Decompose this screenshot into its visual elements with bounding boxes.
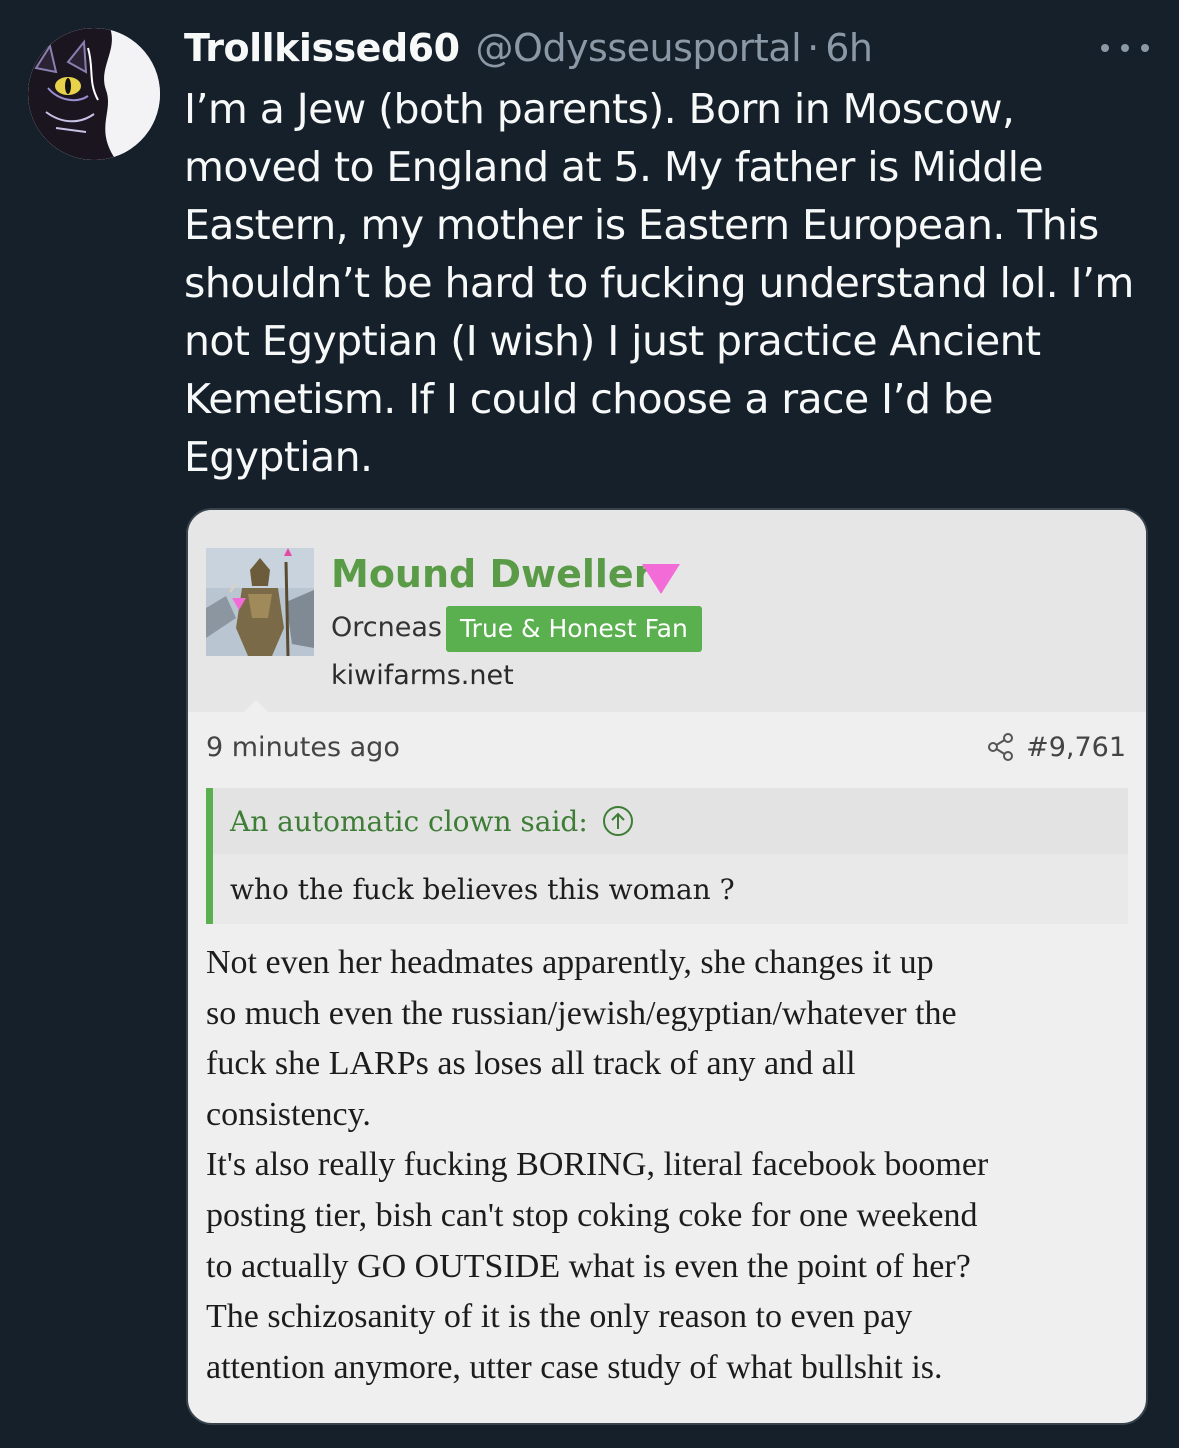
tweet-text: I’m a Jew (both parents). Born in Moscow… bbox=[184, 80, 1159, 486]
tweet-text-line: not Egyptian (I wish) I just practice An… bbox=[184, 317, 1041, 365]
post-body-line: attention anymore, utter case study of w… bbox=[206, 1348, 943, 1386]
user-badge: True & Honest Fan bbox=[446, 606, 702, 652]
poster-avatar bbox=[206, 548, 314, 656]
post-body-line: The schizosanity of it is the only reaso… bbox=[206, 1298, 913, 1336]
tweet-text-line: shouldn’t be hard to fucking understand … bbox=[184, 259, 1134, 307]
post-body-line: fuck she LARPs as loses all track of any… bbox=[206, 1045, 856, 1083]
user-handle[interactable]: @Odysseusportal bbox=[476, 26, 802, 70]
tweet-text-line: moved to England at 5. My father is Midd… bbox=[184, 143, 1044, 191]
quote-header: An automatic clown said: bbox=[213, 788, 1128, 854]
poster-title: Orcneas bbox=[331, 612, 442, 643]
post-body-line: Not even her headmates apparently, she c… bbox=[206, 944, 934, 981]
attached-screenshot-image[interactable]: Mound Dweller Orcneas True & Honest Fan … bbox=[186, 508, 1148, 1425]
more-horizontal-icon[interactable] bbox=[1101, 32, 1149, 64]
quote-text: who the fuck believes this woman ? bbox=[213, 854, 1128, 924]
post-body-line: posting tier, bish can't stop coking cok… bbox=[206, 1196, 978, 1234]
avatar-cat-image bbox=[28, 28, 160, 160]
tweet-timestamp[interactable]: 6h bbox=[825, 26, 873, 70]
share-icon bbox=[988, 733, 1013, 761]
pink-triangle-icon bbox=[642, 564, 680, 594]
poster-avatar-knight-image bbox=[206, 548, 314, 656]
tweet-text-line: I’m a Jew (both parents). Born in Moscow… bbox=[184, 85, 1015, 133]
post-body-line: to actually GO OUTSIDE what is even the … bbox=[206, 1247, 971, 1285]
separator-dot: · bbox=[807, 26, 820, 70]
arrow-up-circle-icon bbox=[602, 806, 633, 836]
quote-author: An automatic clown said: bbox=[230, 804, 588, 838]
post-number: #9,761 bbox=[1026, 732, 1126, 763]
display-name[interactable]: Trollkissed60 bbox=[184, 26, 460, 70]
post-timestamp: 9 minutes ago bbox=[206, 732, 400, 763]
post-body-line: consistency. bbox=[206, 1095, 371, 1133]
tweet-text-line: Kemetism. If I could choose a race I’d b… bbox=[184, 375, 994, 423]
quote-block: An automatic clown said: who the fuck be… bbox=[206, 788, 1128, 924]
tweet-text-line: Egyptian. bbox=[184, 433, 373, 481]
tweet-text-line: Eastern, my mother is Eastern European. … bbox=[184, 201, 1099, 249]
post-body: Not even her headmates apparently, she c… bbox=[206, 938, 1136, 1393]
post-body-line: It's also really fucking BORING, literal… bbox=[206, 1146, 989, 1184]
post-body-line: so much even the russian/jewish/egyptian… bbox=[206, 994, 957, 1032]
poster-name: Mound Dweller bbox=[331, 552, 653, 596]
tweet-header: Trollkissed60 @Odysseusportal · 6h bbox=[184, 22, 1149, 74]
user-avatar[interactable] bbox=[28, 28, 160, 160]
header-pointer bbox=[243, 700, 269, 713]
site-watermark: kiwifarms.net bbox=[331, 660, 514, 691]
